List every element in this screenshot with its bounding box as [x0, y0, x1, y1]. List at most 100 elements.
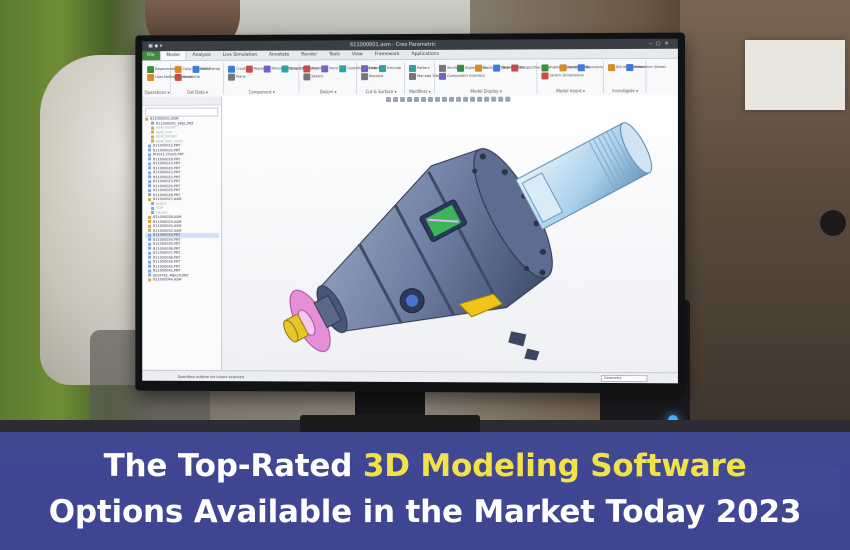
ribbon-tool-icon[interactable] [147, 74, 155, 82]
ribbon-tool-icon[interactable] [408, 64, 416, 72]
ribbon-tool-icon[interactable] [263, 65, 271, 73]
ribbon-tool-label[interactable]: Point [329, 66, 338, 70]
model-tree-label: 611000034.PRT [153, 237, 181, 242]
monitor-stand-base [300, 415, 480, 433]
model-tree-label: 611000040.PRT [153, 264, 181, 269]
ribbon-tab-annotate[interactable]: Annotate [263, 51, 295, 60]
model-tree-label: 611000018.PRT [153, 157, 181, 162]
part-icon [148, 246, 152, 250]
ribbon-tool-icon[interactable] [439, 72, 447, 80]
ribbon-tab-tools[interactable]: Tools [323, 50, 346, 59]
ribbon-group-label[interactable]: Cut & Surface ▾ [358, 89, 404, 94]
ribbon-tool-label[interactable]: Revolve [369, 74, 383, 78]
ribbon-tab-analysis[interactable]: Analysis [187, 51, 217, 60]
ribbon-tool-icon[interactable] [174, 65, 182, 73]
ribbon-tool-icon[interactable] [245, 65, 253, 73]
ribbon-tool-icon[interactable] [361, 73, 369, 81]
assembly-icon [148, 220, 152, 224]
ribbon-tool-icon[interactable] [541, 72, 549, 80]
ribbon-tool-icon[interactable] [608, 64, 616, 72]
gearbox-3d-model [222, 95, 678, 374]
ribbon-tab-applications[interactable]: Applications [406, 50, 446, 59]
ribbon-tool-icon[interactable] [408, 72, 416, 80]
part-icon [148, 148, 152, 152]
ribbon-tool-label[interactable]: Extrude [387, 66, 401, 70]
ribbon-tool-icon[interactable] [228, 65, 235, 73]
ribbon-tab-framework[interactable]: Framework [369, 50, 406, 59]
headline-prefix: The Top-Rated [103, 448, 363, 484]
selection-filter[interactable]: Geometry [600, 374, 648, 383]
ribbon-tool-icon[interactable] [559, 64, 567, 72]
model-tree-label: 611000041.PRT [153, 268, 181, 273]
ribbon-tool-icon[interactable] [577, 64, 585, 72]
model-tree-label: 611000022.PRT [153, 175, 181, 180]
ribbon-group-model-intent: Publish Geometry Family Table Boundary Swit… [538, 61, 604, 94]
ribbon-group-label[interactable]: Model Display ▾ [436, 89, 536, 94]
model-tree-label: 611000024.PRT [153, 183, 181, 188]
ribbon-tool-label[interactable]: Hole [369, 66, 377, 70]
app-logo: ▣ ◆ ▾ [148, 43, 163, 50]
model-tree-label: 611000020.PRT [153, 166, 181, 171]
model-tree-search[interactable] [145, 107, 219, 117]
ribbon-tool-label[interactable]: Shrinkwrap [200, 67, 220, 71]
model-tree-label: ASM_RIGHT [156, 125, 177, 130]
ribbon-tool-label[interactable]: Plane [236, 75, 246, 79]
ribbon-tab-render[interactable]: Render [295, 50, 323, 59]
model-tree-label: ASM_TOP [156, 130, 173, 135]
ribbon-tool-icon[interactable] [361, 65, 369, 73]
ribbon-group-label[interactable]: Get Data ▾ [172, 90, 223, 95]
model-tree-label: 611000031.PRT [153, 148, 181, 153]
ribbon-tool-icon[interactable] [511, 64, 519, 72]
model-tree-label: 611000036.PRT [153, 246, 181, 251]
ribbon-tool-label[interactable]: Pattern [417, 66, 430, 70]
ribbon-group-label[interactable]: Model Intent ▾ [538, 88, 603, 93]
ribbon-tool-icon[interactable] [457, 64, 465, 72]
ribbon-tool-label[interactable]: Switch Dimensions [549, 73, 583, 77]
ribbon-tool-label[interactable]: Reference Viewer [634, 65, 666, 69]
graphics-viewport[interactable] [222, 95, 678, 374]
ribbon-group-model-display: SectionAppearanceExploded ViewDisplay St… [436, 61, 550, 94]
ribbon-tool-label[interactable]: Assemble [183, 75, 200, 79]
ribbon-tab-live-simulation[interactable]: Live Simulation [217, 51, 263, 60]
ribbon-tool-icon[interactable] [281, 65, 289, 73]
ribbon-tab-file[interactable]: File [142, 51, 160, 61]
window-controls[interactable]: –▢✕ [649, 39, 673, 49]
ribbon-tool-icon[interactable] [174, 73, 182, 81]
housing [249, 95, 678, 374]
model-tree-toolbar[interactable] [142, 96, 222, 106]
ribbon-tab-view[interactable]: View [346, 50, 369, 59]
model-tree-item[interactable]: 611000044.ASM [145, 278, 219, 283]
assembly-icon [148, 224, 152, 228]
ribbon-group-label[interactable]: Datum ▾ [300, 89, 356, 94]
ribbon-tool-icon[interactable] [303, 65, 311, 73]
model-tree-label: 611000030.ASM [153, 224, 182, 229]
model-tree-label: 611000037.PRT [153, 250, 181, 255]
model-tree-label: FRONT [156, 210, 168, 215]
ribbon-group-label[interactable]: Component ▾ [225, 89, 298, 94]
ribbon-tool-icon[interactable] [439, 64, 447, 72]
ribbon-group-label[interactable]: Investigate ▾ [605, 88, 645, 93]
ribbon-tool-icon[interactable] [541, 64, 549, 72]
ribbon-tool-icon[interactable] [626, 64, 634, 72]
model-tree-label: 611000029.ASM [153, 219, 182, 224]
part-icon [148, 166, 152, 170]
ribbon-tool-icon[interactable] [192, 65, 200, 73]
ribbon-group-label[interactable]: Operations ▾ [144, 90, 170, 95]
part-icon [148, 233, 152, 237]
ribbon-tool-label[interactable]: Axis [311, 66, 318, 70]
ribbon-tool-icon[interactable] [475, 64, 483, 72]
ribbon-group-label[interactable]: Modifiers ▾ [406, 89, 434, 94]
ribbon-tab-model[interactable]: Model [159, 51, 187, 61]
ribbon-tool-icon[interactable] [228, 73, 235, 81]
part-icon [151, 211, 155, 215]
ribbon-tool-icon[interactable] [147, 66, 155, 74]
ribbon-tool-label[interactable]: Component Interface [447, 74, 485, 78]
ribbon-tool-icon[interactable] [493, 64, 501, 72]
ribbon-tool-icon[interactable] [339, 65, 347, 73]
ribbon-tool-icon[interactable] [303, 73, 311, 81]
ribbon-tool-icon[interactable] [379, 65, 387, 73]
ribbon-tool-icon[interactable] [321, 65, 329, 73]
headline-line-1: The Top-Rated 3D Modeling Software [0, 448, 850, 484]
ribbon-tool-label[interactable]: Boundary [586, 65, 603, 69]
ribbon-tool-label[interactable]: Sketch [311, 74, 323, 78]
